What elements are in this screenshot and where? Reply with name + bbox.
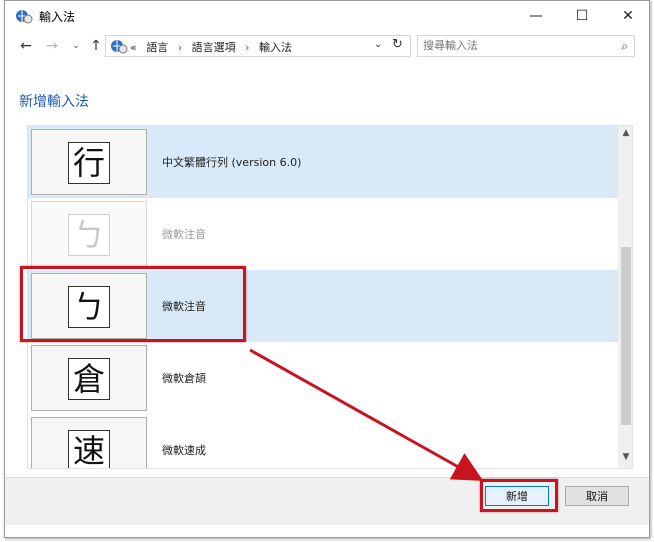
maximize-button[interactable]: ☐ bbox=[559, 1, 605, 31]
close-button[interactable]: ✕ bbox=[605, 1, 651, 31]
minimize-button[interactable]: — bbox=[513, 1, 559, 31]
scroll-down-arrow-icon[interactable]: ▼ bbox=[618, 452, 632, 466]
list-item-label: 中文繁體行列 (version 6.0) bbox=[162, 156, 302, 169]
scroll-up-arrow-icon[interactable]: ▲ bbox=[618, 128, 632, 142]
window-title: 輸入法 bbox=[39, 10, 76, 24]
refresh-icon[interactable]: ↻ bbox=[392, 37, 403, 52]
breadcrumb-separator-icon[interactable]: › bbox=[245, 41, 249, 54]
list-item-bopomofo-installed: ㄅ 微軟注音 bbox=[28, 198, 618, 270]
input-method-glyph: ㄅ bbox=[68, 214, 110, 256]
breadcrumb: « 語言 › 語言選項 › 輸入法 bbox=[130, 39, 292, 55]
vertical-scrollbar[interactable]: ▲ ▼ bbox=[618, 126, 632, 468]
list-item-cangjie[interactable]: 倉 微軟倉頡 bbox=[28, 342, 618, 414]
address-dropdown-icon[interactable]: ⌄ bbox=[374, 39, 382, 50]
language-settings-icon bbox=[16, 10, 33, 24]
breadcrumb-item-language[interactable]: 語言 bbox=[146, 41, 168, 54]
breadcrumb-item-language-options[interactable]: 語言選項 bbox=[192, 41, 236, 54]
cancel-button[interactable]: 取消 bbox=[565, 486, 629, 506]
list-item-label: 微軟速成 bbox=[162, 444, 206, 457]
search-box[interactable]: ⌕ bbox=[417, 35, 635, 57]
annotation-highlight-item bbox=[20, 266, 246, 342]
control-panel-icon bbox=[111, 40, 128, 54]
annotation-highlight-add-button bbox=[480, 479, 558, 512]
list-item-quick[interactable]: 速 微軟速成 bbox=[28, 414, 618, 468]
input-method-glyph: 速 bbox=[68, 430, 110, 468]
forward-arrow-icon[interactable]: → bbox=[41, 35, 63, 57]
input-method-thumbnail: ㄅ bbox=[31, 201, 147, 267]
breadcrumb-overflow[interactable]: « bbox=[130, 41, 137, 54]
address-bar[interactable]: « 語言 › 語言選項 › 輸入法 ⌄ ↻ bbox=[105, 35, 411, 57]
navigation-bar: ← → ⌄ ↑ « 語言 › 語言選項 › 輸入法 ⌄ ↻ ⌕ bbox=[5, 32, 649, 60]
recent-locations-chevron-icon[interactable]: ⌄ bbox=[65, 35, 87, 57]
scrollbar-thumb[interactable] bbox=[621, 247, 631, 425]
search-icon[interactable]: ⌕ bbox=[621, 39, 628, 54]
back-arrow-icon[interactable]: ← bbox=[15, 35, 37, 57]
breadcrumb-item-input-method[interactable]: 輸入法 bbox=[259, 41, 292, 54]
input-method-thumbnail: 倉 bbox=[31, 345, 147, 411]
title-bar: 輸入法 — ☐ ✕ bbox=[5, 1, 649, 31]
list-item-label: 微軟注音 bbox=[162, 228, 206, 241]
input-method-glyph: 行 bbox=[68, 142, 110, 184]
input-method-thumbnail: 速 bbox=[31, 417, 147, 468]
list-item-label: 微軟倉頡 bbox=[162, 372, 206, 385]
input-method-thumbnail: 行 bbox=[31, 129, 147, 195]
input-method-glyph: 倉 bbox=[68, 358, 110, 400]
page-title: 新增輸入法 bbox=[19, 94, 89, 110]
up-arrow-icon[interactable]: ↑ bbox=[85, 35, 107, 57]
search-input[interactable] bbox=[423, 39, 603, 52]
breadcrumb-separator-icon[interactable]: › bbox=[178, 41, 182, 54]
list-item-cangjie-array[interactable]: 行 中文繁體行列 (version 6.0) bbox=[28, 126, 618, 198]
